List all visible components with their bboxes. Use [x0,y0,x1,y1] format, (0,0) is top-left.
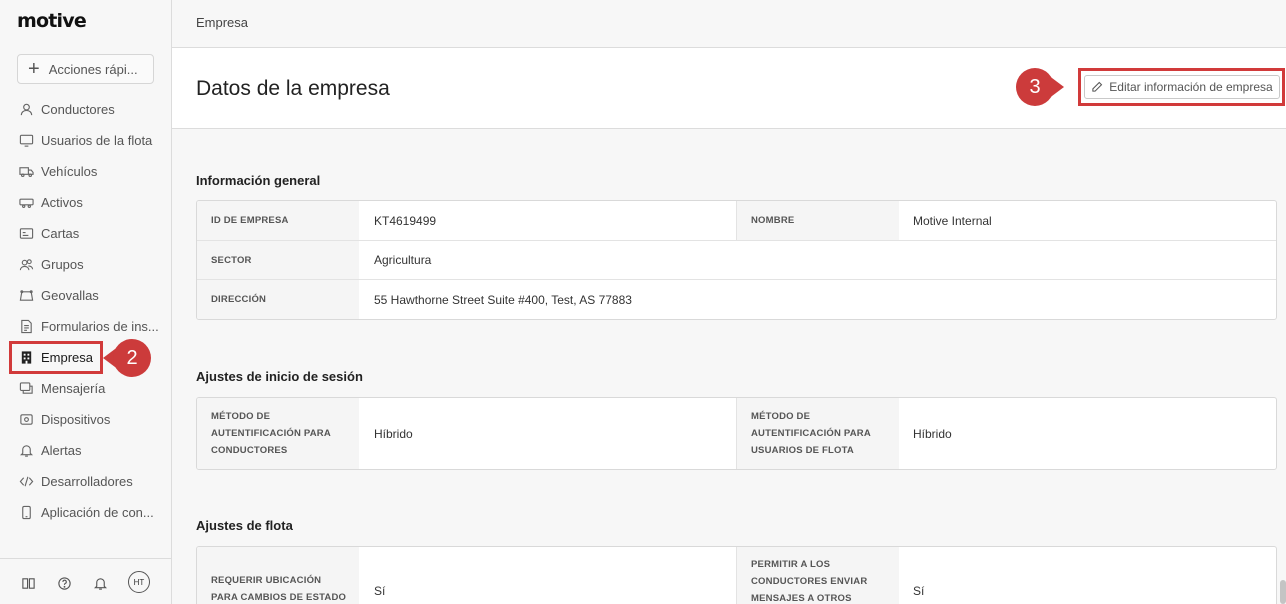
breadcrumb-empresa[interactable]: Empresa [196,15,248,30]
location-value: Sí [374,584,386,598]
fleet-auth-label: MÉTODO DE AUTENTIFICACIÓN PARA USUARIOS … [737,398,899,469]
driver-auth-value: Híbrido [374,426,413,441]
sidebar-item-label: Conductores [41,102,115,117]
id-card-icon [18,226,34,242]
sidebar-item-activos[interactable]: Activos [0,187,171,218]
chat-icon [18,381,34,397]
page-title: Datos de la empresa [196,77,390,100]
page-header: Datos de la empresa Editar información d… [172,48,1286,129]
sidebar-item-label: Aplicación de con... [41,505,154,520]
sidebar-item-label: Mensajería [41,381,106,396]
quick-actions-label: Acciones rápi... [48,61,138,77]
section-title-general: Información general [196,173,321,188]
sidebar-item-label: Alertas [41,443,82,458]
sector-label: SECTOR [197,241,359,279]
messaging-value: Sí [913,584,925,598]
empresa-highlight-box [9,341,103,374]
users-icon [18,257,34,273]
sidebar-item-label: Dispositivos [41,412,111,427]
address-label: DIRECCIÓN [197,280,359,319]
sector-value: Agricultura [374,253,432,267]
sidebar-item-label: Formularios de ins... [41,319,159,334]
help-icon[interactable] [56,575,72,591]
table-row: SECTOR Agricultura [197,241,1276,280]
user-icon [18,102,34,118]
callout-number: 2 [113,339,151,377]
edit-company-label: Editar información de empresa [1109,80,1273,94]
fleet-settings-card: REQUERIR UBICACIÓN PARA CAMBIOS DE ESTAD… [196,546,1277,604]
sidebar-item-mensajeria[interactable]: Mensajería [0,373,171,404]
address-value: 55 Hawthorne Street Suite #400, Test, AS… [374,292,632,307]
sidebar-item-aplicacion[interactable]: Aplicación de con... [0,497,171,528]
fleet-auth-value: Híbrido [913,426,952,441]
document-icon [18,319,34,335]
driver-auth-label: MÉTODO DE AUTENTIFICACIÓN PARA CONDUCTOR… [197,398,359,469]
sidebar-item-dispositivos[interactable]: Dispositivos [0,404,171,435]
edit-button-highlight: Editar información de empresa [1078,68,1285,106]
company-id-label: ID DE EMPRESA [197,201,359,240]
sidebar-item-label: Activos [41,195,83,210]
callout-pointer [1048,75,1064,99]
sidebar-item-label: Vehículos [41,164,98,179]
sidebar-item-label: Usuarios de la flota [41,133,153,148]
location-label: REQUERIR UBICACIÓN PARA CAMBIOS DE ESTAD… [197,547,359,604]
table-row: DIRECCIÓN 55 Hawthorne Street Suite #400… [197,280,1276,319]
callout-step-2: 2 [103,339,151,377]
sidebar-item-geovallas[interactable]: Geovallas [0,280,171,311]
notifications-icon[interactable] [92,575,108,591]
name-value: Motive Internal [913,213,992,228]
callout-step-3: 3 [1016,68,1064,106]
login-settings-card: MÉTODO DE AUTENTIFICACIÓN PARA CONDUCTOR… [196,397,1277,470]
sidebar-nav: Conductores Usuarios de la flota Vehícul… [0,94,171,528]
sidebar-item-cartas[interactable]: Cartas [0,218,171,249]
sidebar-item-label: Geovallas [41,288,99,303]
sidebar-item-alertas[interactable]: Alertas [0,435,171,466]
name-label: NOMBRE [737,201,899,240]
breadcrumb: Empresa [172,0,1286,48]
trailer-icon [18,195,34,211]
sidebar-item-grupos[interactable]: Grupos [0,249,171,280]
section-title-fleet: Ajustes de flota [196,518,293,533]
messaging-label: PERMITIR A LOS CONDUCTORES ENVIAR MENSAJ… [737,547,899,604]
sidebar-item-desarrolladores[interactable]: Desarrolladores [0,466,171,497]
company-id-value: KT4619499 [374,213,437,228]
sidebar: motive + Acciones rápi... Conductores Us… [0,0,172,604]
avatar[interactable]: HT [128,571,150,593]
sidebar-item-vehiculos[interactable]: Vehículos [0,156,171,187]
table-row: ID DE EMPRESA KT4619499 NOMBRE Motive In… [197,201,1276,241]
sidebar-item-label: Cartas [41,226,80,241]
quick-actions-button[interactable]: + Acciones rápi... [17,54,154,84]
general-info-card: ID DE EMPRESA KT4619499 NOMBRE Motive In… [196,200,1277,320]
sidebar-item-label: Grupos [41,257,84,272]
device-icon [18,412,34,428]
phone-icon [18,505,34,521]
plus-icon: + [28,58,40,80]
edit-company-button[interactable]: Editar información de empresa [1084,75,1280,99]
book-icon[interactable] [20,575,36,591]
geofence-icon [18,288,34,304]
bell-icon [18,443,34,459]
sidebar-footer: HT [0,558,171,604]
scrollbar[interactable] [1280,580,1286,604]
motive-logo[interactable]: motive [17,10,87,32]
sidebar-item-conductores[interactable]: Conductores [0,94,171,125]
table-row: MÉTODO DE AUTENTIFICACIÓN PARA CONDUCTOR… [197,398,1276,469]
sidebar-item-label: Desarrolladores [41,474,133,489]
table-row: REQUERIR UBICACIÓN PARA CAMBIOS DE ESTAD… [197,547,1276,604]
section-title-login: Ajustes de inicio de sesión [196,369,363,384]
sidebar-item-formularios[interactable]: Formularios de ins... [0,311,171,342]
sidebar-item-usuarios-flota[interactable]: Usuarios de la flota [0,125,171,156]
code-icon [18,474,34,490]
truck-icon [18,164,34,180]
monitor-icon [18,133,34,149]
pencil-icon [1092,81,1103,92]
